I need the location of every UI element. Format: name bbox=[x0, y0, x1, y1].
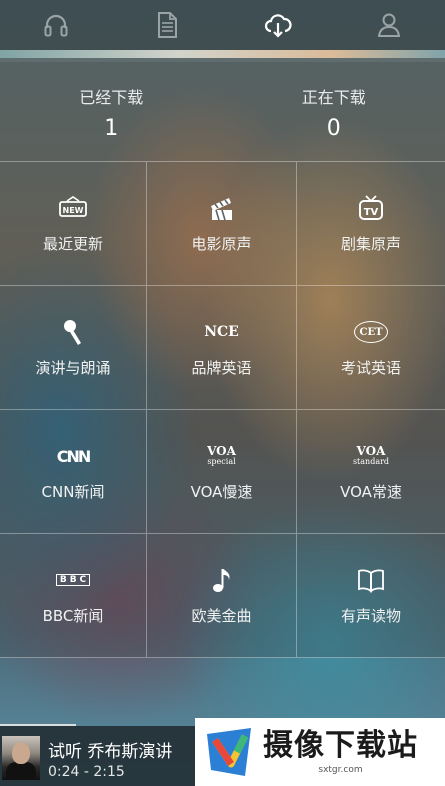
category-cnn-news[interactable]: CNN CNN新闻 bbox=[0, 410, 147, 534]
voa-standard-subtext: standard bbox=[352, 457, 390, 466]
category-grid: NEW 最近更新 电影原声 TV 剧集原声 演讲与朗诵 NCE 品牌英语 CET… bbox=[0, 162, 445, 658]
watermark-url: sxtgr.com bbox=[318, 765, 363, 775]
tab-profile[interactable] bbox=[359, 0, 419, 50]
category-label: 品牌英语 bbox=[191, 359, 252, 377]
downloaded-label: 已经下载 bbox=[79, 88, 144, 107]
voa-special-subtext: special bbox=[207, 457, 236, 466]
header-divider bbox=[0, 50, 445, 58]
tab-download[interactable] bbox=[248, 0, 308, 50]
category-label: VOA常速 bbox=[340, 483, 402, 501]
category-label: 剧集原声 bbox=[340, 235, 401, 253]
category-label: 电影原声 bbox=[191, 235, 252, 253]
bbc-icon-text: BBC bbox=[55, 574, 91, 586]
document-icon bbox=[157, 12, 177, 38]
clapperboard-icon bbox=[210, 198, 232, 221]
music-note-icon bbox=[212, 569, 230, 592]
svg-text:NEW: NEW bbox=[63, 206, 84, 215]
watermark: 摄像下载站 sxtgr.com bbox=[195, 718, 445, 786]
cet-icon-text: CET bbox=[359, 326, 383, 338]
voa-icon: VOA bbox=[356, 444, 386, 458]
user-icon bbox=[378, 13, 401, 37]
category-bbc-news[interactable]: BBC BBC新闻 bbox=[0, 534, 147, 658]
downloading-label: 正在下载 bbox=[301, 88, 366, 107]
downloading-count[interactable]: 正在下载 0 bbox=[223, 62, 445, 161]
category-movie-soundtracks[interactable]: 电影原声 bbox=[147, 162, 297, 286]
tab-text[interactable] bbox=[137, 0, 197, 50]
cloud-download-icon bbox=[265, 14, 292, 38]
track-thumbnail[interactable] bbox=[2, 736, 40, 780]
cet-icon: CET bbox=[354, 321, 388, 343]
category-tv-soundtracks[interactable]: TV 剧集原声 bbox=[297, 162, 445, 286]
category-voa-special[interactable]: VOA special VOA慢速 bbox=[147, 410, 297, 534]
category-speeches[interactable]: 演讲与朗诵 bbox=[0, 286, 147, 410]
book-icon bbox=[358, 569, 384, 593]
category-label: 欧美金曲 bbox=[191, 607, 252, 625]
category-audiobooks[interactable]: 有声读物 bbox=[297, 534, 445, 658]
svg-text:TV: TV bbox=[364, 207, 379, 218]
category-label: BBC新闻 bbox=[42, 607, 104, 625]
category-exam-english[interactable]: CET 考试英语 bbox=[297, 286, 445, 410]
download-panel: 已经下载 1 正在下载 0 NEW 最近更新 电影原声 TV 剧集原声 演讲与朗… bbox=[0, 62, 445, 658]
now-playing-time: 0:24 - 2:15 bbox=[48, 764, 125, 780]
cnn-icon: CNN bbox=[56, 446, 92, 466]
watermark-title: 摄像下载站 bbox=[263, 728, 418, 763]
player-progress-bar[interactable] bbox=[0, 724, 76, 726]
top-tab-bar bbox=[0, 0, 445, 50]
downloading-value: 0 bbox=[326, 116, 341, 141]
tab-listen[interactable] bbox=[26, 0, 86, 50]
category-western-hits[interactable]: 欧美金曲 bbox=[147, 534, 297, 658]
category-label: VOA慢速 bbox=[190, 483, 253, 501]
downloaded-count[interactable]: 已经下载 1 bbox=[0, 62, 223, 161]
category-recent-updates[interactable]: NEW 最近更新 bbox=[0, 162, 147, 286]
watermark-logo-icon bbox=[207, 728, 251, 776]
downloaded-value: 1 bbox=[104, 116, 119, 141]
microphone-icon bbox=[64, 320, 81, 345]
category-label: 有声读物 bbox=[340, 607, 401, 625]
bbc-icon: BBC bbox=[55, 574, 91, 586]
headphones-icon bbox=[44, 14, 68, 37]
category-brand-english[interactable]: NCE 品牌英语 bbox=[147, 286, 297, 410]
download-counts: 已经下载 1 正在下载 0 bbox=[0, 62, 445, 162]
new-badge-icon: NEW bbox=[59, 196, 87, 217]
category-label: 考试英语 bbox=[340, 359, 401, 377]
category-label: 最近更新 bbox=[42, 235, 103, 253]
category-voa-standard[interactable]: VOA standard VOA常速 bbox=[297, 410, 445, 534]
now-playing-title: 试听 乔布斯演讲 bbox=[48, 742, 173, 762]
nce-icon: NCE bbox=[204, 324, 239, 340]
tv-icon: TV bbox=[359, 195, 383, 220]
voa-icon: VOA bbox=[207, 444, 236, 458]
category-label: CNN新闻 bbox=[41, 483, 105, 501]
category-label: 演讲与朗诵 bbox=[35, 359, 111, 377]
